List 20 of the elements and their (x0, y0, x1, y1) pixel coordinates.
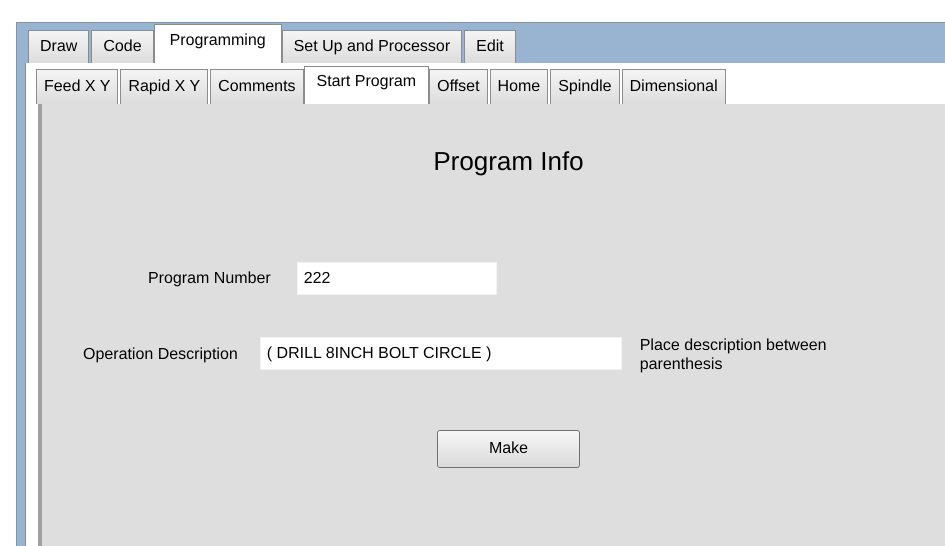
tab[interactable]: Set Up and Processor (282, 30, 462, 63)
make-button[interactable]: Make (437, 430, 580, 468)
tab[interactable]: Home (490, 69, 548, 104)
hint-text: Place description between parenthesis (640, 336, 828, 374)
field-label: Operation Description (83, 346, 238, 364)
tab[interactable]: Edit (464, 30, 516, 63)
input-field[interactable]: 222 (296, 262, 497, 295)
input-field[interactable]: ( DRILL 8INCH BOLT CIRCLE ) (260, 337, 622, 370)
tab[interactable]: Feed X Y (36, 69, 118, 104)
panel-title: Program Info (432, 146, 585, 177)
tab[interactable]: Offset (429, 69, 488, 104)
field-label: Program Number (148, 270, 271, 288)
tab[interactable]: Spindle (550, 69, 620, 104)
tab[interactable]: Rapid X Y (120, 69, 208, 104)
tab[interactable]: Code (91, 30, 154, 63)
tab[interactable]: Comments (210, 69, 304, 104)
tab[interactable]: Dimensional (622, 69, 726, 104)
tab[interactable]: Start Program (304, 66, 430, 104)
tab[interactable]: Programming (154, 24, 282, 63)
tab[interactable]: Draw (28, 30, 90, 63)
